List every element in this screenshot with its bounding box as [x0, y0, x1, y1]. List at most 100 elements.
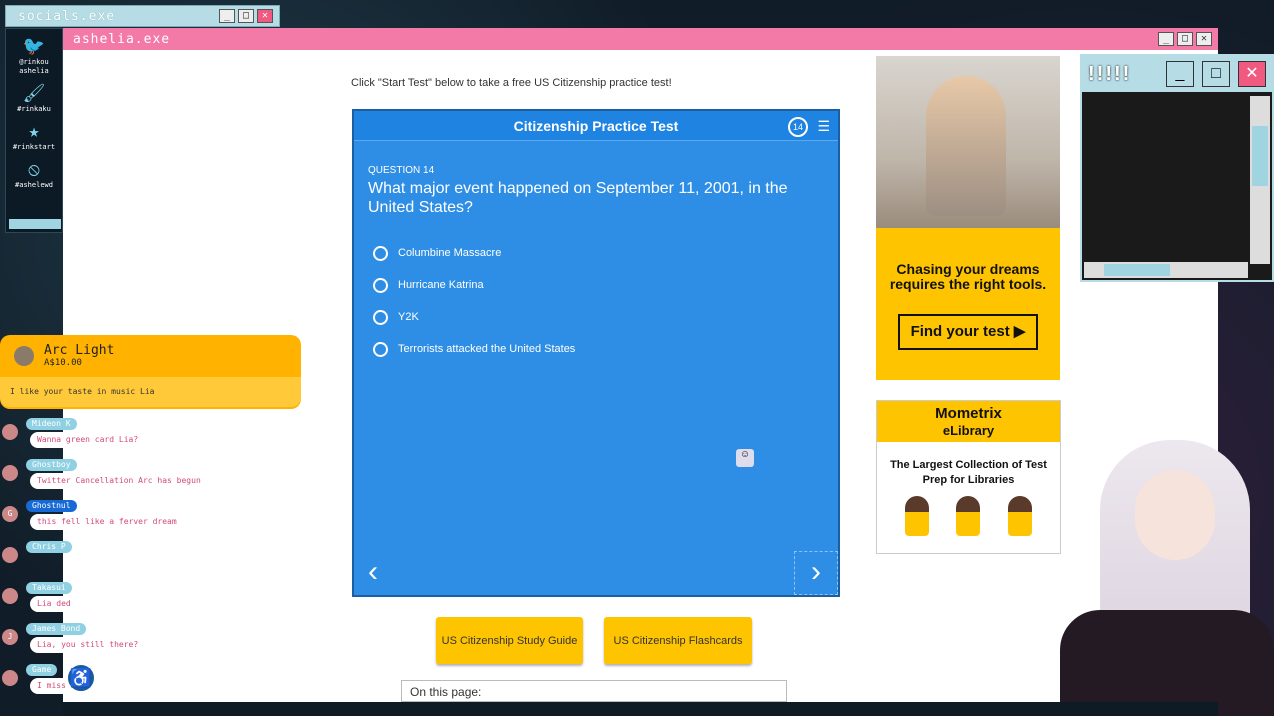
quiz-title: Citizenship Practice Test — [513, 118, 679, 134]
radio-button[interactable] — [373, 277, 388, 293]
sidebar-scrollbar[interactable] — [9, 219, 61, 229]
star-icon: ★ — [28, 121, 40, 142]
answer-label: Terrorists attacked the United States — [398, 343, 576, 355]
chat-avatar — [2, 588, 18, 604]
donor-name: Arc Light — [44, 343, 115, 358]
chat-avatar — [2, 424, 18, 440]
donation-message: I like your taste in music Lia — [0, 377, 301, 407]
answer-label: Y2K — [398, 311, 419, 323]
chat-username: Mideon K — [26, 418, 77, 430]
socials-sidebar: 🐦 @rinkou ashelia 🖌 #rinkaku ★ #rinkstart ⦸ #as… — [5, 28, 63, 233]
answer-option[interactable]: Columbine Massacre — [373, 237, 838, 269]
people-illustration — [877, 496, 1060, 536]
chat-message: Chris P — [0, 541, 260, 582]
answer-label: Columbine Massacre — [398, 247, 502, 259]
hamburger-menu-icon[interactable]: ☰ — [817, 111, 830, 141]
find-your-test-button[interactable]: Find your test ▶ — [898, 314, 1038, 350]
ad-banner-find-test[interactable]: Chasing your dreams requires the right t… — [876, 56, 1060, 380]
question-label: QUESTION 14 — [368, 165, 435, 176]
answer-option[interactable]: Y2K — [373, 301, 838, 333]
chat-message: Mideon K Wanna green card Lia? — [0, 418, 260, 459]
chat-text: Lia ded — [30, 596, 78, 612]
sidebar-item-label: @rinkou ashelia — [19, 58, 49, 75]
chat-username: Chris P — [26, 541, 72, 553]
close-button[interactable]: ✕ — [257, 9, 273, 23]
ad-photo — [876, 56, 1060, 228]
main-window-title: ashelia.exe — [73, 31, 171, 47]
chat-text: Lia, you still there? — [30, 637, 146, 653]
radio-button[interactable] — [373, 341, 388, 357]
chat-avatar: J — [2, 629, 18, 645]
twitter-bird-icon: 🐦 — [22, 36, 46, 57]
ban-icon: ⦸ — [28, 159, 40, 180]
close-button[interactable]: ✕ — [1238, 61, 1266, 87]
minimize-button[interactable]: _ — [1166, 61, 1194, 87]
cursor-sprite-icon: ☺ — [736, 449, 754, 467]
donor-avatar — [14, 346, 34, 366]
radio-button[interactable] — [373, 309, 388, 325]
maximize-button[interactable]: □ — [1202, 61, 1230, 87]
main-window-titlebar: ashelia.exe _ □ ✕ — [63, 28, 1218, 50]
maximize-button[interactable]: □ — [238, 9, 254, 23]
chat-username: Game — [26, 664, 58, 676]
quiz-header: Citizenship Practice Test 14 ☰ — [354, 111, 838, 141]
ad-headline: Chasing your dreams requires the right t… — [889, 261, 1047, 292]
chat-message: G Ghostnul this fell like a ferver dream — [0, 500, 260, 541]
sidebar-item[interactable]: 🖌 #rinkaku — [6, 84, 62, 114]
flashcards-button[interactable]: US Citizenship Flashcards — [604, 617, 752, 664]
accessibility-icon[interactable]: ♿ — [66, 663, 96, 693]
quiz-panel: Citizenship Practice Test 14 ☰ QUESTION … — [352, 109, 840, 597]
mini-window: !!!!! _ □ ✕ — [1080, 54, 1274, 282]
mometrix-logo: Mometrix eLibrary — [877, 401, 1060, 442]
sidebar-item-label: #ashelewd — [15, 181, 53, 189]
previous-arrow-icon[interactable]: ‹ — [368, 555, 378, 589]
maximize-button[interactable]: □ — [1177, 32, 1193, 46]
next-arrow-icon[interactable]: › — [794, 551, 838, 595]
paintbrush-icon: 🖌 — [22, 83, 46, 104]
chat-username: Ghostnul — [26, 500, 77, 512]
sidebar-item[interactable]: ⦸ #ashelewd — [6, 160, 62, 190]
chat-avatar — [2, 465, 18, 481]
sidebar-item[interactable]: 🐦 @rinkou ashelia — [6, 37, 62, 76]
vtuber-avatar — [1040, 430, 1274, 716]
chat-message: J James Bond Lia, you still there? — [0, 623, 260, 664]
answer-label: Hurricane Katrina — [398, 279, 484, 291]
donation-amount: A$10.00 — [44, 358, 82, 368]
vertical-scrollbar[interactable] — [1250, 96, 1270, 264]
chat-overlay: Mideon K Wanna green card Lia? Ghostboy Twi… — [0, 418, 260, 705]
intro-text: Click "Start Test" below to take a free … — [351, 77, 672, 89]
chat-username: Ghostboy — [26, 459, 77, 471]
sidebar-item-label: #rinkstart — [12, 143, 56, 151]
mini-window-title: !!!!! — [1088, 62, 1132, 85]
on-this-page-box: On this page: — [401, 680, 787, 702]
answer-option[interactable]: Terrorists attacked the United States — [373, 333, 838, 365]
minimize-button[interactable]: _ — [219, 9, 235, 23]
chat-text: this fell like a ferver dream — [30, 514, 184, 530]
question-text: What major event happened on September 1… — [368, 180, 788, 216]
study-guide-button[interactable]: US Citizenship Study Guide — [436, 617, 583, 664]
chat-message: Takasui Lia ded — [0, 582, 260, 623]
horizontal-scrollbar[interactable] — [1084, 262, 1248, 278]
chat-message: Game I miss Lia — [0, 664, 260, 705]
elibrary-tagline: The Largest Collection of Test Prep for … — [890, 459, 1047, 486]
chat-avatar: G — [2, 506, 18, 522]
answer-list: Columbine Massacre Hurricane Katrina Y2K Te… — [373, 237, 838, 365]
chat-avatar — [2, 547, 18, 563]
donation-alert: Arc Light A$10.00 I like your taste in m… — [0, 335, 301, 409]
chat-avatar — [2, 670, 18, 686]
socials-window-title: socials.exe — [18, 8, 116, 24]
chat-text: Twitter Cancellation Arc has begun — [30, 473, 208, 489]
sidebar-item[interactable]: ★ #rinkstart — [6, 122, 62, 152]
bottom-border — [63, 702, 1218, 716]
chat-username: Takasui — [26, 582, 72, 594]
radio-button[interactable] — [373, 245, 388, 261]
chat-message: Ghostboy Twitter Cancellation Arc has beg… — [0, 459, 260, 500]
question-counter: 14 — [788, 117, 808, 137]
sidebar-item-label: #rinkaku — [17, 105, 51, 113]
ad-banner-elibrary[interactable]: Mometrix eLibrary The Largest Collection… — [876, 400, 1061, 554]
chat-text: Wanna green card Lia? — [30, 432, 146, 448]
close-button[interactable]: ✕ — [1196, 32, 1212, 46]
minimize-button[interactable]: _ — [1158, 32, 1174, 46]
chat-username: James Bond — [26, 623, 87, 635]
answer-option[interactable]: Hurricane Katrina — [373, 269, 838, 301]
